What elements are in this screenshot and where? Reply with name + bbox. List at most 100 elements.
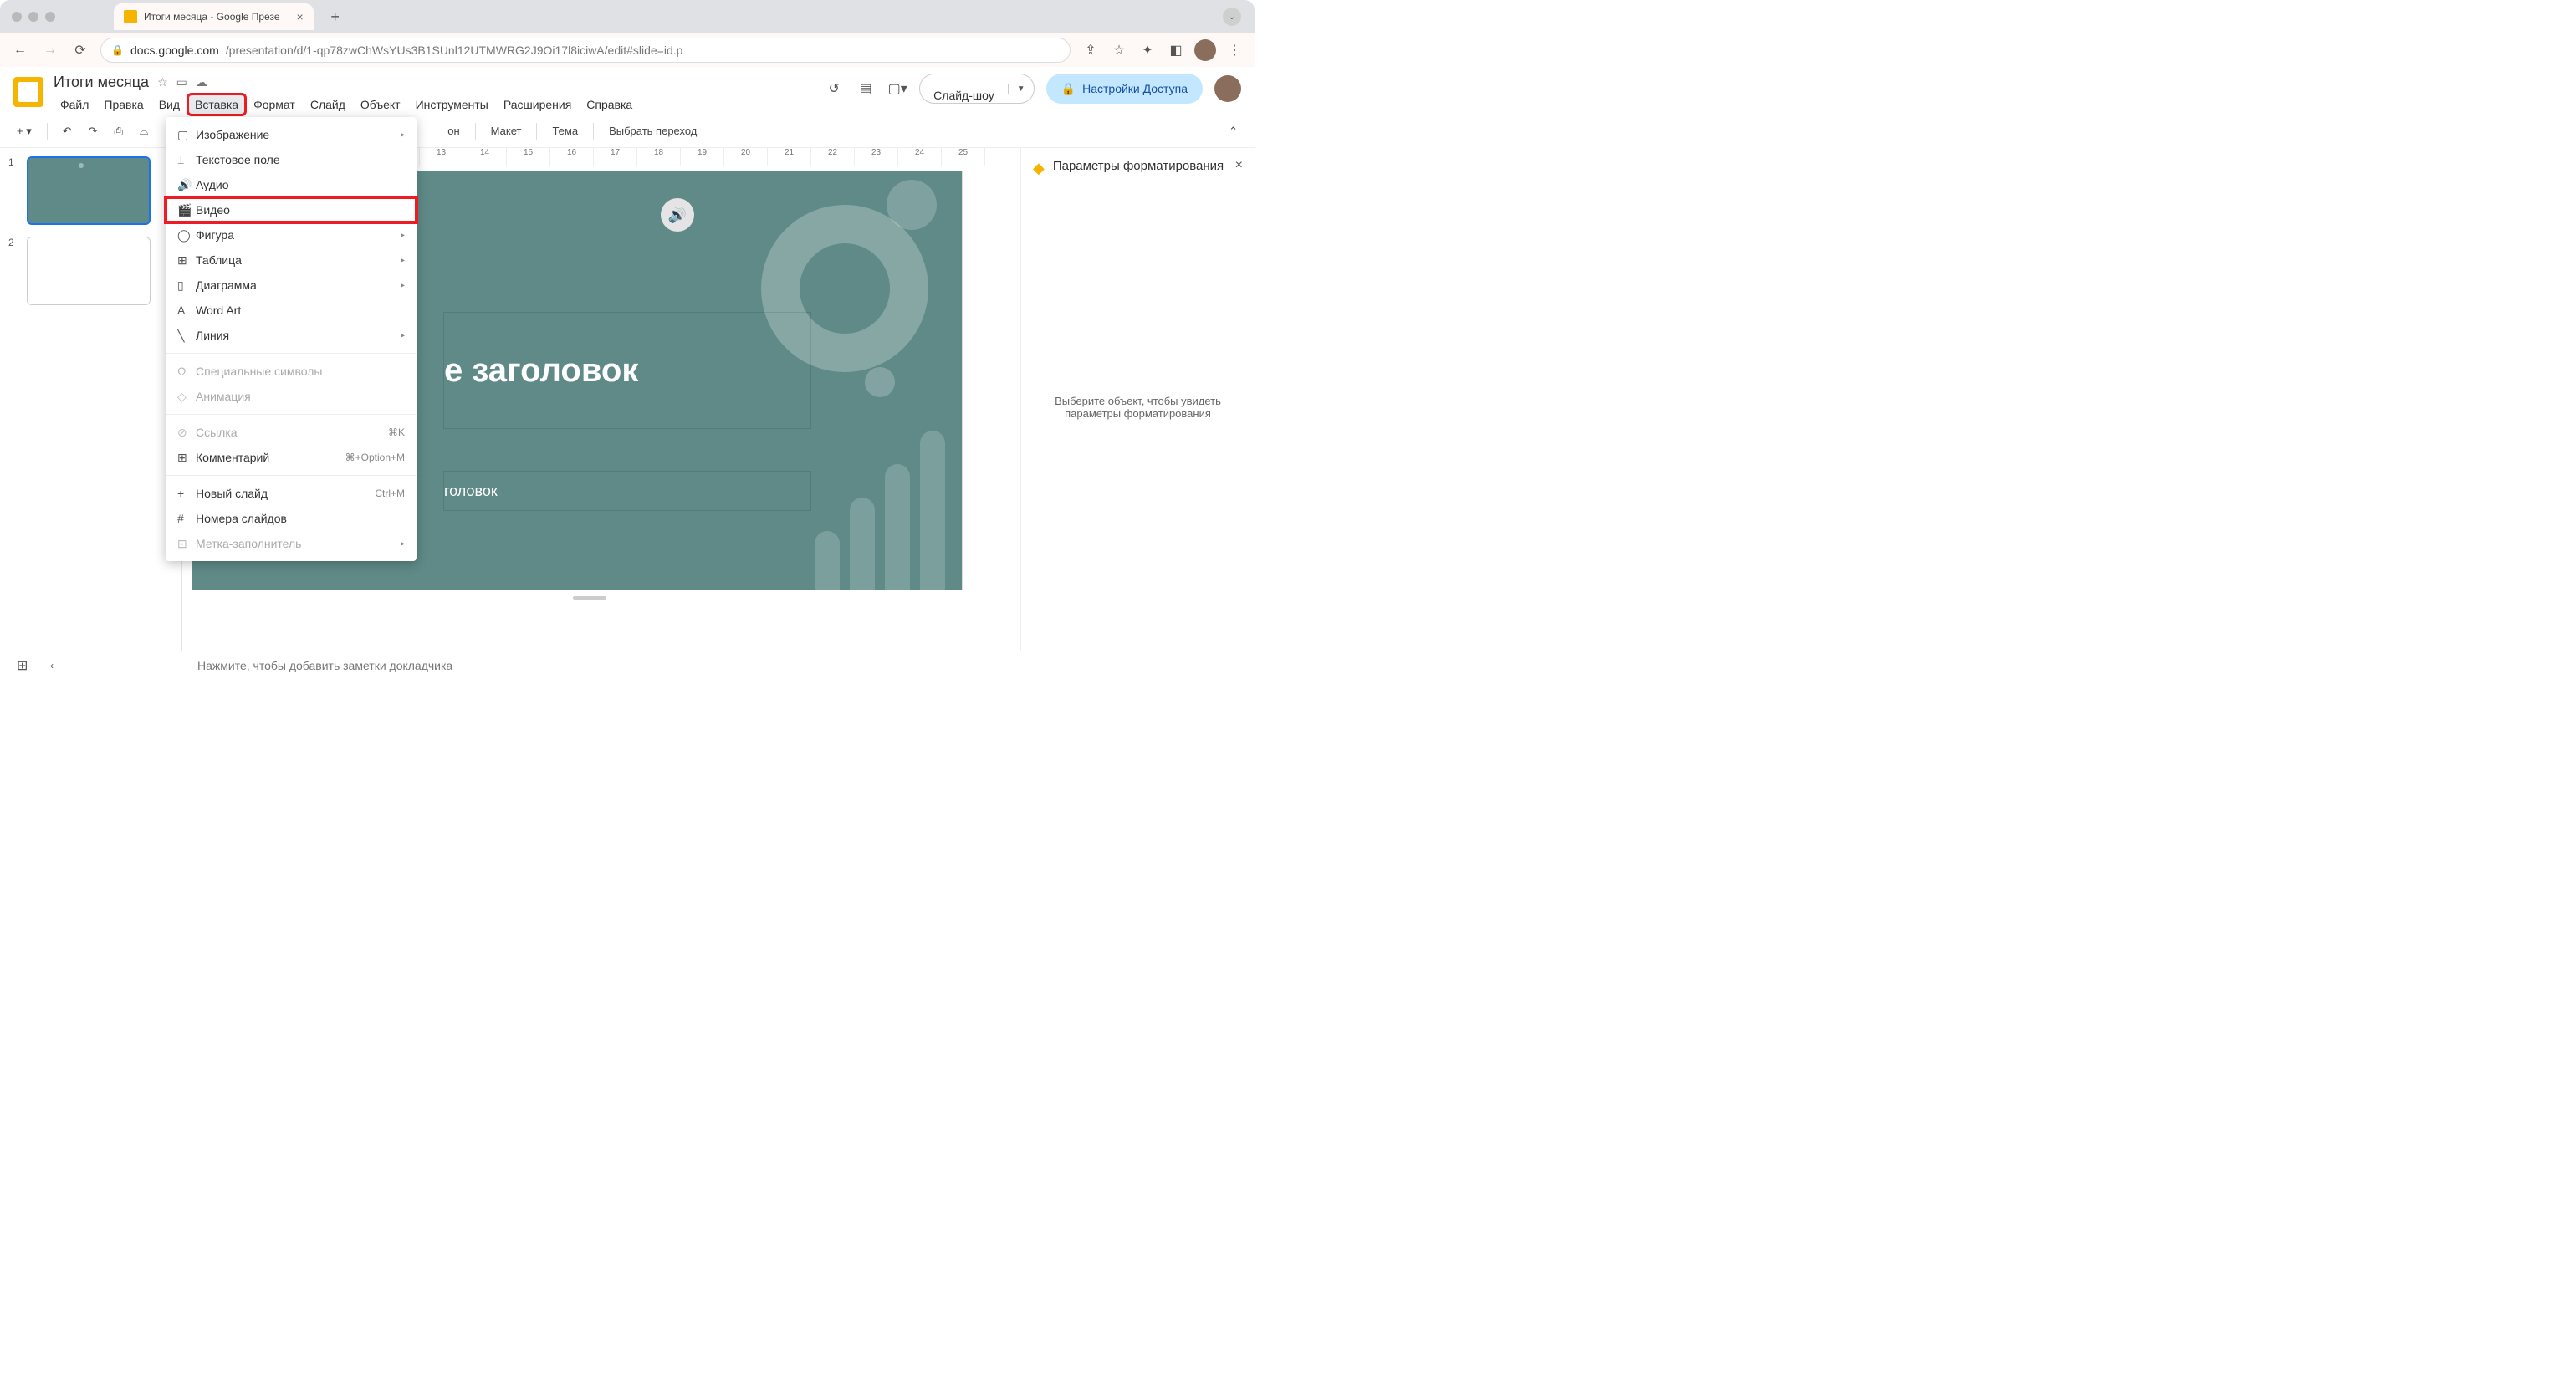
slide-number: 1 — [8, 156, 20, 225]
menu-item-special-chars: ΩСпециальные символы — [166, 359, 417, 384]
placeholder-icon: ⊡ — [177, 537, 196, 551]
back-button[interactable]: ← — [10, 40, 30, 60]
star-icon[interactable]: ☆ — [157, 75, 168, 89]
profile-avatar[interactable] — [1194, 39, 1216, 61]
menu-file[interactable]: Файл — [54, 94, 95, 115]
close-tab-icon[interactable]: × — [297, 10, 304, 23]
chevron-down-icon[interactable]: ⌄ — [1223, 8, 1241, 26]
menu-extensions[interactable]: Расширения — [497, 94, 578, 115]
theme-button[interactable]: Тема — [547, 121, 583, 140]
url-input[interactable]: 🔒 docs.google.com/presentation/d/1-qp78z… — [100, 38, 1071, 63]
notes-drag-handle[interactable] — [573, 596, 606, 600]
menu-item-video[interactable]: 🎬Видео — [166, 197, 417, 222]
shape-icon: ◯ — [177, 228, 196, 243]
line-icon: ╲ — [177, 329, 196, 343]
wordart-icon: A — [177, 304, 196, 317]
history-icon[interactable]: ↺ — [824, 79, 844, 99]
menu-item-audio[interactable]: 🔊Аудио — [166, 172, 417, 197]
decor-dot-icon — [887, 180, 937, 230]
menu-item-link: ⊘Ссылка⌘K — [166, 420, 417, 445]
share-button[interactable]: 🔒 Настройки Доступа — [1046, 74, 1203, 104]
browser-tabstrip: Итоги месяца - Google Презе × + ⌄ — [0, 0, 1255, 33]
slideshow-dropdown[interactable]: ▼ — [1008, 84, 1034, 94]
undo-button[interactable]: ↶ — [58, 121, 77, 141]
slide-thumbnail[interactable] — [27, 237, 151, 305]
favicon-icon — [124, 10, 137, 23]
browser-tab[interactable]: Итоги месяца - Google Презе × — [114, 3, 314, 30]
menu-item-wordart[interactable]: AWord Art — [166, 298, 417, 323]
separator — [47, 123, 48, 140]
transition-button[interactable]: Выбрать переход — [604, 121, 702, 140]
menu-item-new-slide[interactable]: +Новый слайдCtrl+M — [166, 481, 417, 506]
tab-title: Итоги месяца - Google Презе — [144, 11, 280, 23]
notes-placeholder: Нажмите, чтобы добавить заметки докладчи… — [197, 659, 452, 672]
video-icon: 🎬 — [177, 203, 196, 217]
print-button[interactable]: ⎙ — [110, 121, 128, 141]
slideshow-button[interactable]: Слайд-шоу ▼ — [919, 74, 1034, 104]
subtitle-placeholder[interactable]: головок — [443, 471, 811, 511]
slides-logo-icon[interactable] — [13, 77, 43, 107]
paint-format-button[interactable]: ⌓ — [135, 121, 153, 141]
share-icon[interactable]: ⇪ — [1081, 40, 1101, 60]
menu-item-comment[interactable]: ⊞Комментарий⌘+Option+M — [166, 445, 417, 470]
url-host: docs.google.com — [130, 43, 219, 57]
speaker-notes[interactable]: ⊞ ‹ Нажмите, чтобы добавить заметки докл… — [0, 651, 1255, 680]
menu-item-textbox[interactable]: ⌶Текстовое поле — [166, 147, 417, 172]
layout-button[interactable]: Макет — [486, 121, 527, 140]
star-icon[interactable]: ☆ — [1109, 40, 1129, 60]
close-panel-button[interactable]: × — [1235, 158, 1243, 173]
menu-item-chart[interactable]: ▯Диаграмма▸ — [166, 273, 417, 298]
sidepanel-icon[interactable]: ◧ — [1166, 40, 1186, 60]
menu-item-line[interactable]: ╲Линия▸ — [166, 323, 417, 348]
move-icon[interactable]: ▭ — [176, 75, 187, 89]
title-placeholder[interactable]: е заголовок — [443, 312, 811, 429]
separator — [536, 123, 537, 140]
menu-slide[interactable]: Слайд — [304, 94, 352, 115]
expand-icon[interactable]: ‹ — [50, 660, 54, 671]
slide-thumbnail[interactable] — [27, 156, 151, 225]
menu-insert[interactable]: Вставка — [188, 94, 245, 115]
new-slide-button[interactable]: + ▾ — [12, 121, 37, 141]
menu-item-image[interactable]: ▢Изображение▸ — [166, 122, 417, 147]
account-avatar[interactable] — [1214, 75, 1241, 102]
format-panel-empty: Выберите объект, чтобы увидеть параметры… — [1033, 395, 1243, 420]
window-controls[interactable] — [12, 12, 55, 22]
redo-button[interactable]: ↷ — [84, 121, 103, 141]
collapse-toolbar-button[interactable]: ⌃ — [1224, 121, 1243, 141]
maximize-window-icon[interactable] — [45, 12, 55, 22]
audio-icon[interactable]: 🔊 — [661, 198, 694, 232]
background-button[interactable]: он — [442, 121, 464, 140]
address-bar: ← → ⟳ 🔒 docs.google.com/presentation/d/1… — [0, 33, 1255, 67]
format-panel-icon: ◆ — [1033, 160, 1045, 177]
video-call-icon[interactable]: ▢▾ — [887, 79, 907, 99]
menu-help[interactable]: Справка — [580, 94, 639, 115]
menu-item-shape[interactable]: ◯Фигура▸ — [166, 222, 417, 248]
menu-view[interactable]: Вид — [152, 94, 187, 115]
separator — [475, 123, 476, 140]
comment-icon: ⊞ — [177, 451, 196, 465]
close-window-icon[interactable] — [12, 12, 22, 22]
comments-icon[interactable]: ▤ — [856, 79, 876, 99]
minimize-window-icon[interactable] — [28, 12, 38, 22]
format-panel-title: Параметры форматирования — [1053, 158, 1224, 175]
extensions-icon[interactable]: ✦ — [1137, 40, 1158, 60]
menu-tools[interactable]: Инструменты — [409, 94, 495, 115]
forward-button: → — [40, 40, 60, 60]
menu-item-table[interactable]: ⊞Таблица▸ — [166, 248, 417, 273]
separator — [593, 123, 594, 140]
menu-object[interactable]: Объект — [354, 94, 407, 115]
menu-edit[interactable]: Правка — [97, 94, 150, 115]
grid-view-icon[interactable]: ⊞ — [17, 657, 28, 674]
menu-format[interactable]: Формат — [247, 94, 302, 115]
lock-icon: 🔒 — [1061, 82, 1076, 96]
reload-button[interactable]: ⟳ — [70, 40, 90, 60]
table-icon: ⊞ — [177, 253, 196, 268]
new-tab-button[interactable]: + — [324, 5, 347, 28]
animation-icon: ◇ — [177, 390, 196, 404]
link-icon: ⊘ — [177, 426, 196, 440]
menu-item-slide-numbers[interactable]: #Номера слайдов — [166, 506, 417, 531]
omega-icon: Ω — [177, 365, 196, 378]
document-title[interactable]: Итоги месяца — [54, 74, 149, 91]
cloud-icon[interactable]: ☁ — [196, 75, 207, 89]
kebab-icon[interactable]: ⋮ — [1224, 40, 1245, 60]
